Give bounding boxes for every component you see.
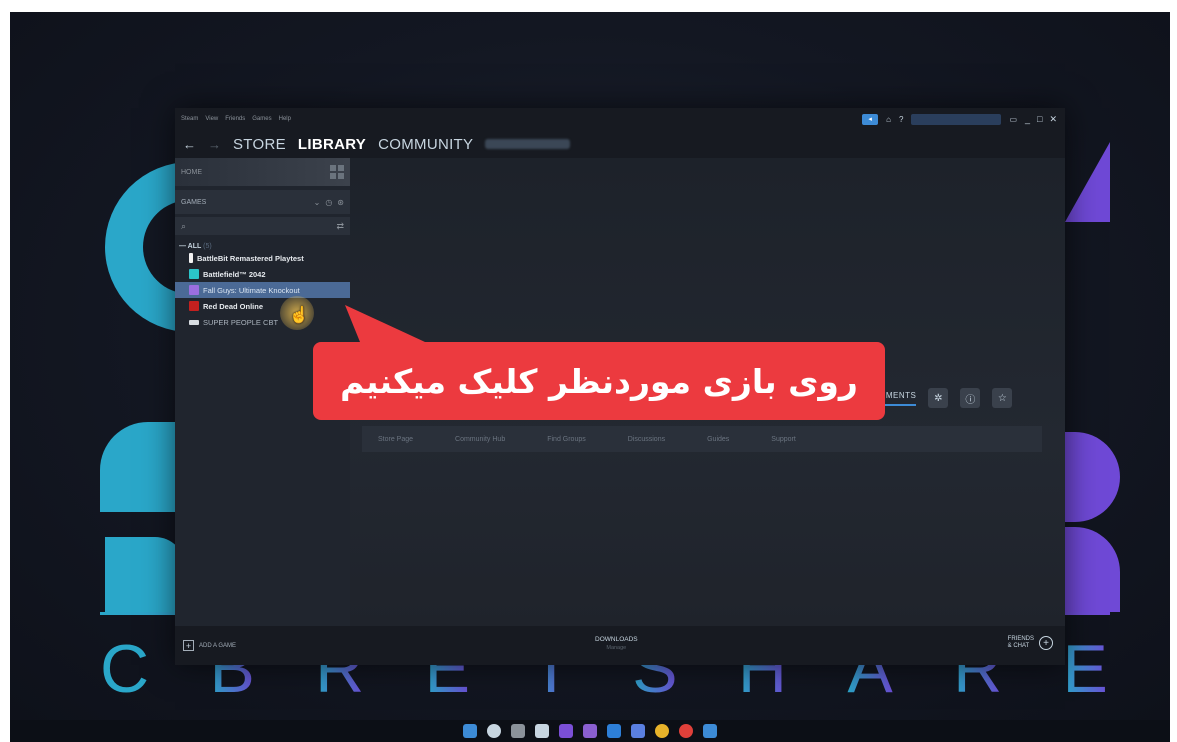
add-game-label: ADD A GAME [199, 642, 237, 649]
add-friend-icon: + [1039, 636, 1053, 650]
game-icon [189, 253, 193, 263]
grid-view-icon[interactable] [330, 165, 344, 179]
downloads-button[interactable]: DOWNLOADS Manage [595, 636, 638, 651]
maximize-button[interactable]: □ [1037, 114, 1042, 125]
add-game-button[interactable]: + ADD A GAME [175, 640, 236, 651]
play-filter-icon[interactable]: ⊛ [337, 198, 344, 207]
games-filter[interactable]: GAMES ⌄ ◷ ⊛ [175, 190, 350, 214]
brand-letter: E [1062, 631, 1110, 707]
back-arrow-icon[interactable]: ← [183, 137, 196, 152]
tab-store[interactable]: STORE [233, 136, 286, 153]
game-icon [189, 319, 199, 325]
record-icon[interactable] [679, 724, 693, 738]
title-bar: Steam View Friends Games Help ◂ ⌂ ? ▭ _ … [175, 108, 1065, 130]
info-icon[interactable]: ⓘ [960, 388, 981, 408]
menu-bar: Steam View Friends Games Help [175, 116, 291, 122]
all-label: — ALL [179, 243, 202, 250]
brand-logo-shape [105, 537, 185, 612]
settings-gear-icon[interactable]: ✲ [928, 388, 949, 408]
app-icon[interactable] [703, 724, 717, 738]
titlebar-actions: ◂ ⌂ ? ▭ _ □ ✕ [862, 113, 1065, 125]
game-super-people[interactable]: SUPER PEOPLE CBT [175, 314, 350, 330]
nav-bar: ← → STORE LIBRARY COMMUNITY [175, 130, 1065, 158]
callout-text: روی بازی موردنظر کلیک میکنیم [340, 361, 858, 401]
visual-studio-icon[interactable] [583, 724, 597, 738]
task-view-icon[interactable] [511, 724, 525, 738]
friends-chat-button[interactable]: FRIENDS & CHAT + [1008, 636, 1053, 650]
recent-clock-icon[interactable]: ◷ [325, 198, 332, 207]
brand-logo-shape [1065, 142, 1110, 222]
game-title: Fall Guys: Ultimate Knockout [203, 285, 300, 295]
friends-label: FRIENDS & CHAT [1008, 636, 1034, 650]
big-picture-icon[interactable]: ▭ [1009, 115, 1017, 124]
downloads-sub: Manage [606, 645, 627, 651]
game-icon [189, 301, 199, 311]
menu-friends[interactable]: Friends [225, 116, 245, 122]
game-title: Red Dead Online [203, 301, 264, 311]
app-icon[interactable] [631, 724, 645, 738]
menu-view[interactable]: View [205, 116, 218, 122]
search-icon[interactable] [487, 724, 501, 738]
minimize-button[interactable]: _ [1025, 114, 1030, 125]
game-red-dead-online[interactable]: Red Dead Online [175, 298, 350, 314]
account-menu[interactable] [911, 113, 1002, 125]
link-discussions[interactable]: Discussions [628, 436, 665, 443]
windows-start-icon[interactable] [463, 724, 477, 738]
link-support[interactable]: Support [771, 436, 796, 443]
tab-community[interactable]: COMMUNITY [378, 136, 473, 153]
game-title: SUPER PEOPLE CBT [203, 317, 279, 327]
friends-label-line1: FRIENDS [1007, 636, 1034, 642]
advanced-filter-icon[interactable]: ⇄ [336, 221, 344, 232]
menu-games[interactable]: Games [252, 116, 271, 122]
filter-icons: ⌄ ◷ ⊛ [314, 198, 344, 207]
bottom-bar: + ADD A GAME DOWNLOADS Manage FRIENDS & … [175, 626, 1065, 665]
games-label: GAMES [181, 198, 207, 206]
game-battlebit[interactable]: BattleBit Remastered Playtest [175, 250, 350, 266]
game-title: BattleBit Remastered Playtest [197, 253, 304, 263]
hand-cursor-icon: ☝ [289, 307, 309, 324]
instruction-callout: روی بازی موردنظر کلیک میکنیم [313, 342, 885, 420]
game-icon [189, 269, 199, 279]
game-title: Battlefield™ 2042 [203, 269, 266, 279]
vscode-icon[interactable] [607, 724, 621, 738]
link-find-groups[interactable]: Find Groups [547, 436, 586, 443]
plus-icon: + [183, 640, 194, 651]
brand-letter: C [100, 631, 152, 707]
announcements-button[interactable]: ◂ [862, 113, 879, 125]
library-home[interactable]: HOME [175, 158, 350, 186]
close-button[interactable]: ✕ [1049, 114, 1057, 125]
menu-steam[interactable]: Steam [181, 116, 198, 122]
chevron-down-icon[interactable]: ⌄ [314, 198, 321, 207]
favorite-star-icon[interactable]: ☆ [992, 388, 1013, 408]
forward-arrow-icon[interactable]: → [208, 137, 221, 152]
home-label: HOME [181, 168, 202, 176]
tab-achievements[interactable]: EMENTS [880, 391, 917, 406]
all-games-header[interactable]: — ALL (5) [175, 243, 350, 250]
link-guides[interactable]: Guides [707, 436, 729, 443]
chrome-icon[interactable] [655, 724, 669, 738]
game-battlefield-2042[interactable]: Battlefield™ 2042 [175, 266, 350, 282]
game-icon [189, 285, 199, 295]
search-icon: ⌕ [181, 220, 187, 231]
friends-label-line2: & CHAT [1007, 643, 1030, 649]
app-icon[interactable] [535, 724, 549, 738]
link-community-hub[interactable]: Community Hub [455, 436, 505, 443]
link-store-page[interactable]: Store Page [378, 436, 413, 443]
game-links-bar: Store Page Community Hub Find Groups Dis… [362, 426, 1042, 452]
app-icon[interactable] [559, 724, 573, 738]
downloads-label: DOWNLOADS [595, 636, 638, 643]
brand-logo-shape [1060, 432, 1120, 522]
all-count: (5) [203, 243, 212, 250]
notifications-icon[interactable]: ⌂ [886, 115, 891, 124]
window-controls: _ □ ✕ [1025, 114, 1057, 125]
tab-library[interactable]: LIBRARY [298, 136, 366, 153]
search-input[interactable]: ⌕ ⇄ [175, 217, 350, 235]
brand-logo-shape [1060, 527, 1120, 612]
game-fall-guys[interactable]: Fall Guys: Ultimate Knockout [175, 282, 350, 298]
taskbar [10, 720, 1170, 742]
game-tabs: EMENTS ✲ ⓘ ☆ [880, 388, 1013, 408]
menu-help[interactable]: Help [279, 116, 291, 122]
help-button[interactable]: ? [899, 115, 903, 124]
profile-name[interactable] [485, 139, 571, 149]
